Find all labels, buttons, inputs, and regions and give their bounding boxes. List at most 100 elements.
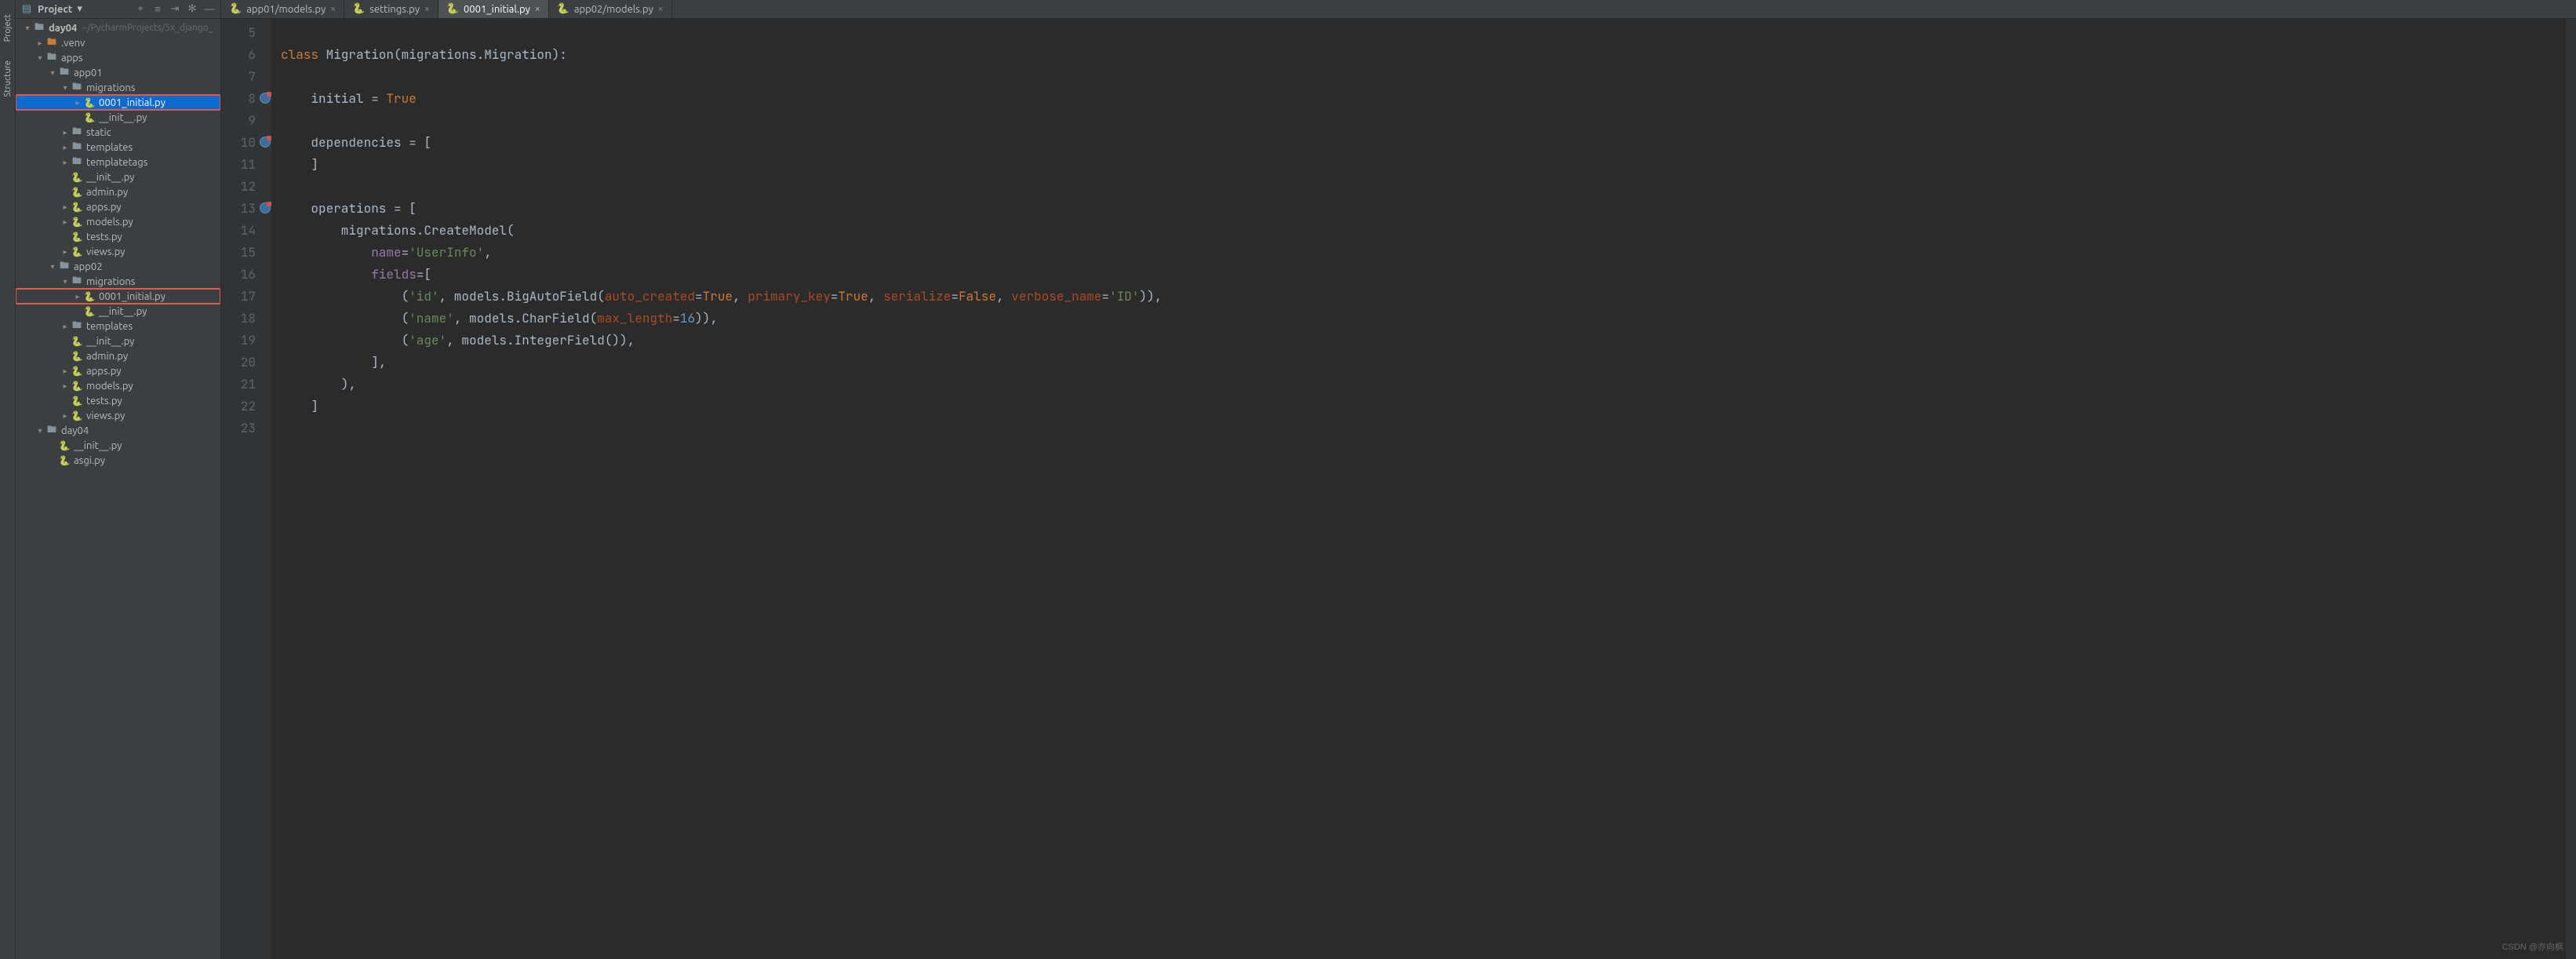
hide-icon[interactable]: — — [203, 3, 216, 16]
gutter-line-number[interactable]: 11 — [221, 154, 271, 176]
tree-row[interactable]: 🐍tests.py — [16, 229, 220, 244]
tree-row[interactable]: ▸🐍apps.py — [16, 363, 220, 378]
gutter-line-number[interactable]: 15 — [221, 242, 271, 264]
gutter-marker-icon[interactable] — [260, 93, 271, 104]
tree-row[interactable]: 🐍__init__.py — [16, 110, 220, 125]
tree-row[interactable]: ▾🖿apps — [16, 50, 220, 65]
project-tree[interactable]: ▾🖿day04~/PycharmProjects/5x_django_▸🖿.ve… — [16, 19, 220, 959]
tree-row[interactable]: ▸🐍views.py — [16, 244, 220, 259]
close-icon[interactable]: × — [658, 4, 664, 14]
gutter-line-number[interactable]: 22 — [221, 396, 271, 418]
code-line[interactable]: name='UserInfo', — [281, 242, 2565, 264]
tree-caret-icon[interactable]: ▾ — [47, 68, 58, 78]
tree-row[interactable]: ▾🖿app02 — [16, 259, 220, 274]
gutter-line-number[interactable]: 20 — [221, 352, 271, 374]
code-line[interactable]: ], — [281, 352, 2565, 374]
code-line[interactable]: ] — [281, 154, 2565, 176]
tree-caret-icon[interactable]: ▸ — [60, 202, 71, 212]
close-icon[interactable]: × — [330, 4, 336, 14]
tree-row[interactable]: 🐍__init__.py — [16, 438, 220, 453]
tree-caret-icon[interactable]: ▸ — [72, 292, 83, 301]
tree-caret-icon[interactable]: ▾ — [60, 83, 71, 93]
locate-icon[interactable]: ⌖ — [134, 3, 147, 16]
code-line[interactable]: fields=[ — [281, 264, 2565, 286]
tree-row[interactable]: ▸🐍views.py — [16, 408, 220, 423]
code-line[interactable]: dependencies = [ — [281, 132, 2565, 154]
tree-caret-icon[interactable]: ▸ — [60, 158, 71, 167]
tree-row[interactable]: ▸🖿static — [16, 125, 220, 140]
code-line[interactable]: ), — [281, 374, 2565, 396]
tree-caret-icon[interactable]: ▸ — [60, 381, 71, 391]
tree-row[interactable]: ▸🖿templatetags — [16, 155, 220, 170]
tree-row[interactable]: 🐍admin.py — [16, 184, 220, 199]
gutter-line-number[interactable]: 18 — [221, 308, 271, 330]
code-line[interactable] — [281, 418, 2565, 439]
tree-caret-icon[interactable]: ▸ — [60, 366, 71, 376]
code-line[interactable]: class Migration(migrations.Migration): — [281, 44, 2565, 66]
editor-tab[interactable]: 🐍settings.py× — [344, 0, 438, 18]
code-line[interactable]: ('id', models.BigAutoField(auto_created=… — [281, 286, 2565, 308]
tree-row[interactable]: 🐍__init__.py — [16, 334, 220, 348]
tree-row[interactable]: ▸🐍apps.py — [16, 199, 220, 214]
tree-row[interactable]: 🐍__init__.py — [16, 170, 220, 184]
editor-tab[interactable]: 🐍0001_initial.py× — [438, 0, 549, 18]
close-icon[interactable]: × — [424, 4, 430, 14]
code-line[interactable] — [281, 110, 2565, 132]
gutter-line-number[interactable]: 8 — [221, 88, 271, 110]
gutter-line-number[interactable]: 16 — [221, 264, 271, 286]
tree-caret-icon[interactable]: ▸ — [35, 38, 45, 48]
gutter-marker-icon[interactable] — [260, 202, 271, 213]
tree-row[interactable]: 🐍tests.py — [16, 393, 220, 408]
code-line[interactable] — [281, 176, 2565, 198]
gutter-line-number[interactable]: 21 — [221, 374, 271, 396]
gutter-line-number[interactable]: 12 — [221, 176, 271, 198]
tree-row[interactable]: ▸🖿.venv — [16, 35, 220, 50]
gutter-line-number[interactable]: 6 — [221, 44, 271, 66]
tree-caret-icon[interactable]: ▸ — [60, 128, 71, 137]
tree-caret-icon[interactable]: ▸ — [60, 217, 71, 227]
code-line[interactable]: initial = True — [281, 88, 2565, 110]
tree-row[interactable]: ▾🖿day04~/PycharmProjects/5x_django_ — [16, 20, 220, 35]
tree-caret-icon[interactable]: ▸ — [60, 411, 71, 421]
code-line[interactable]: ('name', models.CharField(max_length=16)… — [281, 308, 2565, 330]
tree-row[interactable]: ▾🖿app01 — [16, 65, 220, 80]
collapse-all-icon[interactable]: ⇥ — [169, 3, 181, 16]
tree-caret-icon[interactable]: ▾ — [60, 277, 71, 286]
tree-caret-icon[interactable]: ▸ — [60, 322, 71, 331]
code-line[interactable]: ('age', models.IntegerField()), — [281, 330, 2565, 352]
tree-row[interactable]: 🐍admin.py — [16, 348, 220, 363]
toolstrip-structure[interactable]: Structure — [3, 51, 13, 107]
gutter-line-number[interactable]: 14 — [221, 220, 271, 242]
settings-icon[interactable]: ✻ — [186, 3, 198, 16]
tree-row[interactable]: 🐍asgi.py — [16, 453, 220, 468]
tree-row[interactable]: ▸🖿templates — [16, 319, 220, 334]
tree-row[interactable]: ▾🖿migrations — [16, 274, 220, 289]
tree-caret-icon[interactable]: ▾ — [22, 24, 33, 33]
expand-all-icon[interactable]: ≡ — [151, 3, 164, 16]
editor-tab[interactable]: 🐍app02/models.py× — [549, 0, 672, 18]
gutter-line-number[interactable]: 9 — [221, 110, 271, 132]
tree-row[interactable]: ▸🖿templates — [16, 140, 220, 155]
tree-row[interactable]: ▸🐍models.py — [16, 378, 220, 393]
tree-caret-icon[interactable]: ▸ — [60, 143, 71, 152]
project-dropdown[interactable]: ▾ — [77, 3, 82, 15]
tree-row[interactable]: ▸🐍0001_initial.py — [16, 289, 220, 304]
tree-caret-icon[interactable]: ▾ — [47, 262, 58, 272]
code-line[interactable]: migrations.CreateModel( — [281, 220, 2565, 242]
tree-row[interactable]: ▾🖿day04 — [16, 423, 220, 438]
tree-caret-icon[interactable]: ▸ — [60, 247, 71, 257]
tree-caret-icon[interactable]: ▾ — [35, 426, 45, 436]
code-line[interactable]: ] — [281, 396, 2565, 418]
gutter-marker-icon[interactable] — [260, 137, 271, 148]
gutter-line-number[interactable]: 7 — [221, 66, 271, 88]
gutter-line-number[interactable]: 19 — [221, 330, 271, 352]
tree-row[interactable]: 🐍__init__.py — [16, 304, 220, 319]
scrollmap[interactable] — [2565, 19, 2576, 959]
tree-row[interactable]: ▸🐍models.py — [16, 214, 220, 229]
code-line[interactable] — [281, 66, 2565, 88]
gutter-line-number[interactable]: 13 — [221, 198, 271, 220]
gutter-line-number[interactable]: 17 — [221, 286, 271, 308]
toolstrip-project[interactable]: Project — [3, 5, 13, 51]
editor-tab[interactable]: 🐍app01/models.py× — [221, 0, 344, 18]
tree-caret-icon[interactable]: ▸ — [72, 98, 83, 108]
